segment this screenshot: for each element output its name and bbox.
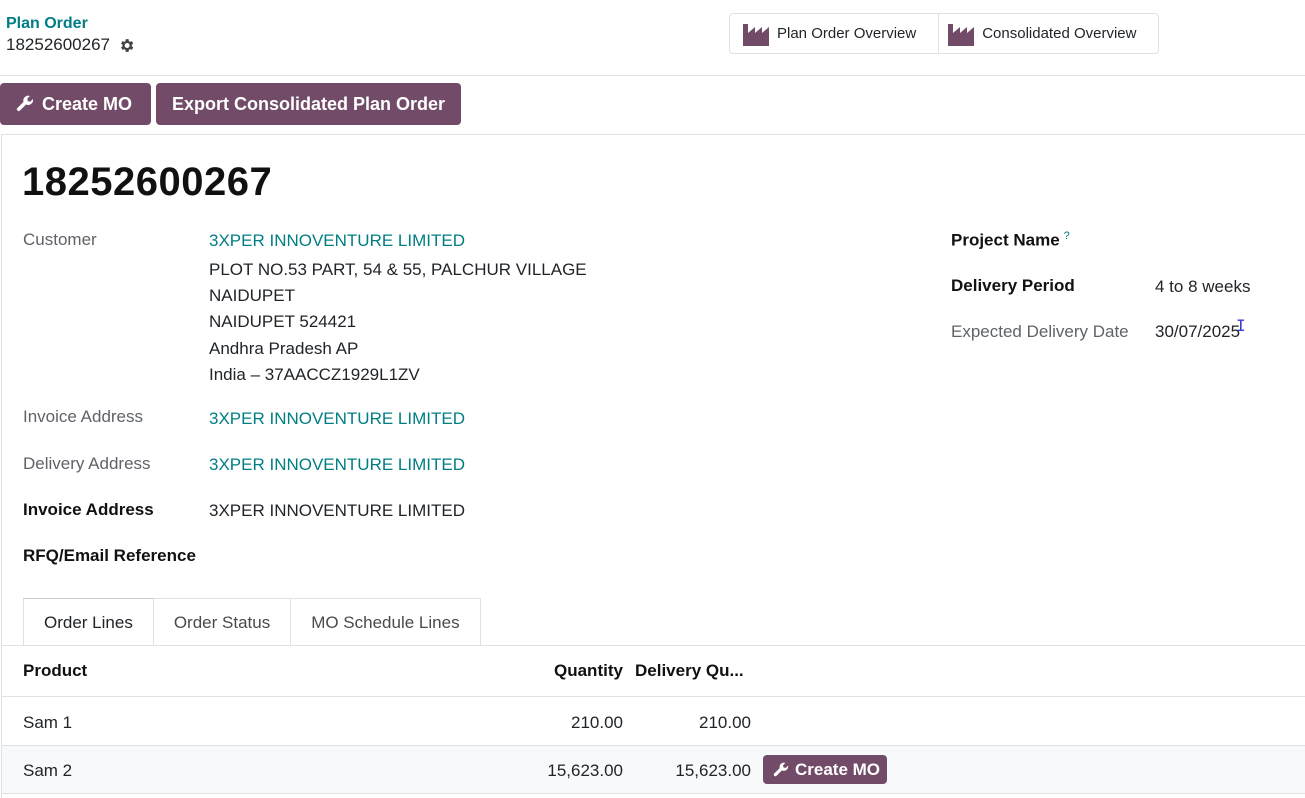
tab-order-lines[interactable]: Order Lines	[23, 598, 154, 646]
column-delivery-quantity[interactable]: Delivery Qu...	[635, 661, 744, 681]
expected-delivery-date-value[interactable]: 30/07/2025	[1155, 322, 1240, 342]
factory-icon	[948, 22, 975, 46]
delivery-address-label: Delivery Address	[23, 454, 151, 473]
tab-mo-schedule-lines[interactable]: MO Schedule Lines	[291, 598, 481, 646]
invoice-address-link[interactable]: 3XPER INNOVENTURE LIMITED	[209, 409, 465, 429]
action-bar: Create MO Export Consolidated Plan Order	[0, 83, 462, 125]
project-name-text: Project Name	[951, 230, 1060, 250]
consolidated-overview-button[interactable]: Consolidated Overview	[938, 14, 1158, 53]
gear-icon[interactable]	[118, 37, 135, 54]
factory-icon	[743, 22, 769, 46]
help-icon[interactable]: ?	[1064, 230, 1070, 242]
consolidated-overview-label: Consolidated Overview	[982, 25, 1137, 42]
delivery-address-link[interactable]: 3XPER INNOVENTURE LIMITED	[209, 455, 465, 475]
wrench-icon	[16, 95, 34, 113]
address-line-4: Andhra Pradesh AP	[209, 339, 359, 358]
breadcrumb-current: 18252600267	[6, 35, 135, 55]
form-sheet: 18252600267 Customer 3XPER INNOVENTURE L…	[1, 134, 1305, 798]
plan-order-overview-button[interactable]: Plan Order Overview	[730, 14, 938, 53]
delivery-quantity-cell[interactable]: 210.00	[642, 713, 751, 733]
customer-link[interactable]: 3XPER INNOVENTURE LIMITED	[209, 231, 465, 251]
invoice-address-label: Invoice Address	[23, 407, 144, 426]
column-quantity[interactable]: Quantity	[554, 661, 623, 681]
wrench-icon	[773, 762, 789, 778]
breadcrumb-current-label: 18252600267	[6, 35, 111, 54]
column-product[interactable]: Product	[23, 661, 87, 681]
delivery-period-label: Delivery Period	[951, 276, 1075, 295]
address-line-3: NAIDUPET 524421	[209, 312, 357, 331]
quantity-cell[interactable]: 15,623.00	[513, 761, 623, 781]
address-line-1: PLOT NO.53 PART, 54 & 55, PALCHUR VILLAG…	[209, 260, 587, 279]
smart-buttons: Plan Order Overview Consolidated Overvie…	[729, 13, 1160, 54]
expected-delivery-date-label: Expected Delivery Date	[951, 322, 1129, 341]
delivery-period-value[interactable]: 4 to 8 weeks	[1155, 277, 1250, 297]
delivery-quantity-cell[interactable]: 15,623.00	[642, 761, 751, 781]
export-consolidated-button[interactable]: Export Consolidated Plan Order	[156, 83, 462, 125]
order-lines-header: Product Quantity Delivery Qu...	[2, 646, 1305, 697]
text-cursor-icon: I	[1236, 316, 1246, 335]
product-cell[interactable]: Sam 1	[23, 713, 72, 733]
row-create-mo-label: Create MO	[795, 759, 881, 779]
table-row[interactable]: Sam 2 15,623.00 15,623.00 Create MO	[2, 746, 1305, 794]
quantity-cell[interactable]: 210.00	[523, 713, 623, 733]
notebook-tabs: Order Lines Order Status MO Schedule Lin…	[23, 598, 481, 646]
invoice-address2-value[interactable]: 3XPER INNOVENTURE LIMITED	[209, 501, 465, 521]
rfq-email-reference-label: RFQ/Email Reference	[23, 546, 196, 565]
breadcrumb-parent[interactable]: Plan Order	[6, 15, 88, 33]
row-create-mo-button[interactable]: Create MO	[763, 755, 888, 784]
address-line-5: India – 37AACCZ1929L1ZV	[209, 365, 420, 384]
create-mo-button[interactable]: Create MO	[0, 83, 151, 125]
product-cell[interactable]: Sam 2	[23, 761, 72, 781]
record-title: 18252600267	[22, 160, 273, 204]
create-mo-label: Create MO	[42, 93, 133, 114]
plan-order-overview-label: Plan Order Overview	[777, 25, 917, 42]
control-panel: Plan Order 18252600267 Plan Order Overvi…	[0, 0, 1305, 76]
invoice-address2-label: Invoice Address	[23, 500, 154, 519]
table-row[interactable]: Sam 1 210.00 210.00	[2, 698, 1305, 746]
customer-label: Customer	[23, 230, 97, 249]
address-line-2: NAIDUPET	[209, 286, 295, 305]
project-name-label: Project Name?	[951, 230, 1070, 251]
tab-order-status[interactable]: Order Status	[153, 598, 292, 646]
